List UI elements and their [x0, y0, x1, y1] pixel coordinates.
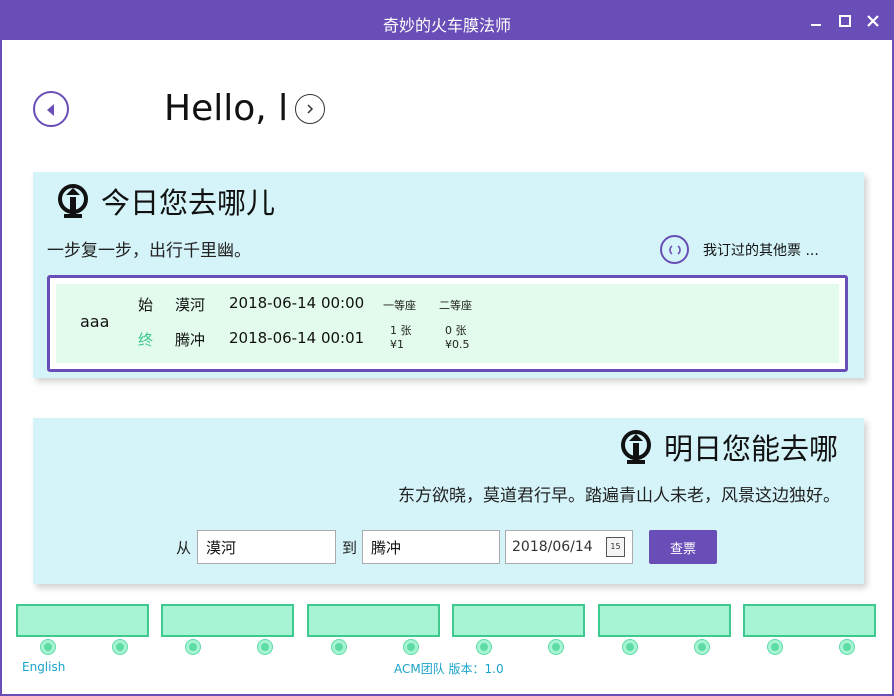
train-wheel — [404, 640, 418, 654]
today-heading-text: 今日您去哪儿 — [101, 186, 276, 220]
depart-time: 2018-06-14 00:00 — [229, 294, 365, 312]
tomorrow-heading: 明日您能去哪 — [618, 426, 838, 468]
train-wheel — [477, 640, 491, 654]
train-wheel — [840, 640, 854, 654]
ticket-card[interactable]: aaa 始 终 漠河 腾冲 2018-06-14 00:00 2018-06-1… — [47, 275, 848, 372]
other-tickets-link[interactable]: 我订过的其他票 ... — [660, 235, 819, 264]
railway-logo-icon — [620, 430, 651, 464]
train-wheel — [695, 640, 709, 654]
date-value: 2018/06/14 — [512, 539, 593, 555]
train-wheel — [623, 640, 637, 654]
search-tickets-button[interactable]: 查票 — [649, 530, 717, 564]
title-bar[interactable]: 奇妙的火车膜法师 — [2, 2, 892, 40]
version-text: ACM团队 版本：1.0 — [394, 662, 504, 676]
seat2-name: 二等座 — [439, 299, 472, 312]
train-wheel — [186, 640, 200, 654]
train-wheel — [768, 640, 782, 654]
to-station: 腾冲 — [175, 331, 206, 349]
train-car — [452, 604, 585, 637]
passenger-name: aaa — [80, 312, 110, 331]
calendar-icon[interactable]: 15 — [606, 537, 625, 557]
search-form: 从 到 2018/06/14 15 查票 — [33, 528, 864, 564]
train-wheel — [549, 640, 563, 654]
seat2-count: 0 张 — [445, 324, 467, 337]
train-decoration — [2, 604, 892, 658]
next-button[interactable] — [295, 94, 325, 124]
app-window: 奇妙的火车膜法师 Hello, l 今日您去哪儿 一步复一步，出行千里幽。 我订… — [0, 0, 894, 696]
train-wheel — [332, 640, 346, 654]
ticket-body: aaa 始 终 漠河 腾冲 2018-06-14 00:00 2018-06-1… — [56, 284, 839, 363]
today-card: 今日您去哪儿 一步复一步，出行千里幽。 我订过的其他票 ... aaa 始 终 … — [33, 172, 864, 378]
seat1-price: ¥1 — [390, 338, 404, 351]
seat2-price: ¥0.5 — [445, 338, 470, 351]
tomorrow-card: 明日您能去哪 东方欲晓，莫道君行早。踏遍青山人未老，风景这边独好。 从 到 20… — [33, 418, 864, 584]
maximize-icon — [839, 15, 851, 27]
from-station-input[interactable] — [197, 530, 336, 564]
window-title: 奇妙的火车膜法师 — [382, 16, 511, 35]
chevron-right-icon — [307, 104, 314, 114]
train-car — [307, 604, 440, 637]
tomorrow-motto: 东方欲晓，莫道君行早。踏遍青山人未老，风景这边独好。 — [398, 486, 840, 506]
date-picker[interactable]: 2018/06/14 15 — [505, 530, 633, 564]
start-label: 始 — [138, 296, 154, 314]
close-icon — [867, 15, 879, 27]
train-wheel — [41, 640, 55, 654]
sync-icon — [668, 244, 681, 255]
train-wheel — [258, 640, 272, 654]
end-label: 终 — [138, 331, 154, 349]
greeting-text: Hello, l — [164, 88, 289, 129]
railway-logo-icon — [58, 184, 88, 218]
seat1-name: 一等座 — [383, 299, 416, 312]
other-tickets-label[interactable]: 我订过的其他票 ... — [703, 240, 819, 260]
arrive-time: 2018-06-14 00:01 — [229, 329, 365, 347]
refresh-icon[interactable] — [660, 235, 689, 264]
tomorrow-heading-text: 明日您能去哪 — [663, 432, 838, 466]
train-car — [16, 604, 149, 637]
to-station-input[interactable] — [362, 530, 500, 564]
back-arrow-button[interactable] — [33, 91, 69, 127]
train-car — [743, 604, 876, 637]
minimize-button[interactable] — [805, 10, 827, 32]
today-heading: 今日您去哪儿 — [55, 180, 275, 222]
train-car — [161, 604, 294, 637]
minimize-icon — [811, 24, 821, 26]
to-label: 到 — [342, 539, 358, 557]
train-wheel — [113, 640, 127, 654]
from-station: 漠河 — [175, 296, 206, 314]
seat1-count: 1 张 — [390, 324, 412, 337]
close-button[interactable] — [862, 10, 884, 32]
from-label: 从 — [176, 539, 192, 557]
maximize-button[interactable] — [834, 10, 856, 32]
language-switch-link[interactable]: English — [22, 660, 65, 674]
train-car — [598, 604, 731, 637]
today-motto: 一步复一步，出行千里幽。 — [47, 241, 251, 261]
